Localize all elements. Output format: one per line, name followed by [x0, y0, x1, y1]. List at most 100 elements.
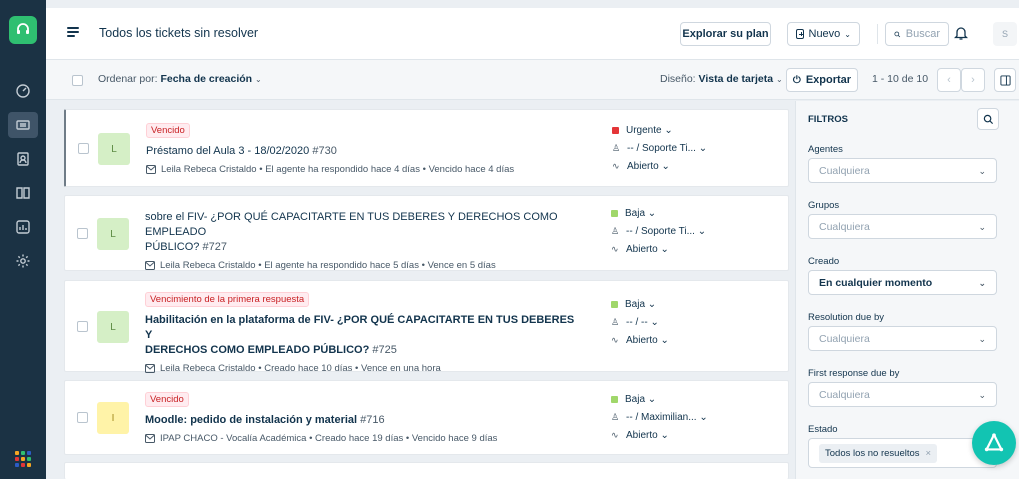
user-avatar[interactable]: S [993, 22, 1017, 46]
requester-name[interactable]: Leila Rebeca Cristaldo [160, 260, 256, 271]
assignee-dropdown[interactable]: ♙ -- / Soporte Ti... ⌄ [611, 222, 741, 240]
ticket-checkbox[interactable] [78, 143, 89, 154]
status-select[interactable]: Todos los no resueltos × [808, 438, 997, 468]
select-all-checkbox[interactable] [72, 75, 83, 86]
status-value: Abierto [627, 160, 659, 172]
sort-prefix: Ordenar por: [98, 73, 158, 85]
ticket-subject[interactable]: sobre el FIV- ¿POR QUÉ CAPACITARTE EN TU… [145, 210, 575, 255]
first-response-due-select[interactable]: Cualquiera ⌄ [808, 382, 997, 407]
created-value: En cualquier momento [819, 276, 933, 289]
ticket-meta: IPAP CHACO - Vocalía Académica • Creado … [145, 433, 575, 444]
agents-select[interactable]: Cualquiera ⌄ [808, 158, 997, 183]
person-icon: ♙ [611, 411, 620, 422]
status-dropdown[interactable]: ∿ Abierto ⌄ [611, 331, 741, 349]
ticket-card[interactable]: I Vencido Moodle: pedido de instalación … [64, 380, 789, 455]
created-label: Creado [808, 256, 840, 267]
ticket-subject[interactable]: Préstamo del Aula 3 - 18/02/2020 #730 [146, 144, 576, 159]
ticket-subject-line2: PÚBLICO? [145, 241, 200, 253]
status-value: Abierto [626, 429, 658, 441]
requester-name[interactable]: Leila Rebeca Cristaldo [161, 164, 257, 175]
requester-name[interactable]: IPAP CHACO - Vocalía Académica [160, 433, 306, 444]
assignee-value: -- / Soporte Ti... [627, 142, 696, 154]
chevron-down-icon: ⌄ [844, 29, 851, 39]
reports-icon [16, 220, 30, 234]
close-icon[interactable]: × [926, 448, 932, 459]
status-dropdown[interactable]: ∿ Abierto ⌄ [612, 157, 742, 175]
ticket-checkbox[interactable] [77, 228, 88, 239]
hamburger-menu-icon[interactable] [67, 27, 79, 37]
agents-value: Cualquiera [819, 164, 870, 177]
ticket-card[interactable]: L Vencimiento de la primera respuesta Ha… [64, 280, 789, 374]
ticket-meta: Leila Rebeca Cristaldo • Creado hace 10 … [145, 363, 575, 374]
export-button[interactable]: ⏻ Exportar [786, 68, 858, 92]
next-page-button[interactable]: › [961, 68, 985, 92]
resolution-due-select[interactable]: Cualquiera ⌄ [808, 326, 997, 351]
toggle-filter-panel-button[interactable] [994, 68, 1016, 92]
ticket-number: #730 [312, 145, 337, 157]
explore-plan-button[interactable]: Explorar su plan [680, 22, 771, 46]
filter-search-button[interactable] [977, 108, 999, 130]
email-icon [145, 434, 155, 443]
new-button[interactable]: Nuevo ⌄ [787, 22, 860, 46]
new-button-label: Nuevo [808, 28, 841, 40]
search-button[interactable]: Buscar [885, 22, 949, 46]
status-dropdown[interactable]: ∿ Abierto ⌄ [611, 240, 741, 258]
sort-dropdown[interactable]: Ordenar por: Fecha de creación ⌄ [98, 73, 262, 85]
ticket-subject-line1: Habilitación en la plataforma de FIV- ¿P… [145, 314, 575, 341]
email-icon [145, 261, 155, 270]
dashboard-icon [16, 84, 30, 98]
ticket-activity: El agente ha respondido hace 5 días [264, 260, 419, 271]
created-select[interactable]: En cualquier momento ⌄ [808, 270, 997, 295]
status-value: Abierto [626, 243, 658, 255]
apps-grid-icon[interactable] [15, 451, 31, 467]
ticket-card-partial[interactable] [64, 462, 789, 479]
chevron-down-icon: ⌄ [660, 243, 669, 255]
search-placeholder: Buscar [905, 28, 940, 40]
assignee-dropdown[interactable]: ♙ -- / Soporte Ti... ⌄ [612, 139, 742, 157]
assignee-dropdown[interactable]: ♙ -- / Maximilian... ⌄ [611, 408, 741, 426]
priority-indicator [611, 395, 618, 403]
email-icon [145, 364, 155, 373]
status-chip[interactable]: Todos los no resueltos × [819, 443, 938, 463]
nav-reports[interactable] [0, 212, 46, 242]
assignee-dropdown[interactable]: ♙ -- / -- ⌄ [611, 313, 741, 331]
nav-admin[interactable] [0, 246, 46, 276]
ticket-subject[interactable]: Moodle: pedido de instalación y material… [145, 413, 575, 428]
first-response-due-label: First response due by [808, 368, 900, 379]
priority-dropdown[interactable]: Baja ⌄ [611, 204, 741, 222]
ticket-subject[interactable]: Habilitación en la plataforma de FIV- ¿P… [145, 313, 575, 358]
person-icon: ♙ [611, 316, 620, 327]
ticket-body: Vencimiento de la primera respuesta Habi… [145, 292, 575, 374]
search-icon [894, 31, 901, 37]
ticket-due: Vence en una hora [361, 363, 441, 374]
nav-tickets[interactable] [0, 110, 46, 140]
layout-dropdown[interactable]: Diseño: Vista de tarjeta ⌄ [660, 73, 783, 85]
priority-dropdown[interactable]: Baja ⌄ [611, 295, 741, 313]
ticket-checkbox[interactable] [77, 321, 88, 332]
layout-value: Vista de tarjeta [698, 73, 774, 85]
priority-dropdown[interactable]: Urgente ⌄ [612, 121, 742, 139]
previous-page-button[interactable]: ‹ [937, 68, 961, 92]
freddy-assistant-button[interactable] [972, 421, 1016, 465]
nav-solutions[interactable] [0, 178, 46, 208]
groups-select[interactable]: Cualquiera ⌄ [808, 214, 997, 239]
priority-dropdown[interactable]: Baja ⌄ [611, 390, 741, 408]
ticket-checkbox[interactable] [77, 412, 88, 423]
ticket-subject-text: Préstamo del Aula 3 - 18/02/2020 [146, 145, 310, 157]
ticket-meta: Leila Rebeca Cristaldo • El agente ha re… [145, 260, 575, 271]
ticket-subject-text: Moodle: pedido de instalación y material [145, 414, 358, 426]
requester-name[interactable]: Leila Rebeca Cristaldo [160, 363, 256, 374]
status-dropdown[interactable]: ∿ Abierto ⌄ [611, 426, 741, 444]
freshdesk-logo[interactable] [0, 0, 46, 60]
chevron-down-icon: ⌄ [699, 411, 708, 423]
chevron-down-icon: ⌄ [978, 278, 986, 288]
ticket-card[interactable]: L sobre el FIV- ¿POR QUÉ CAPACITARTE EN … [64, 195, 789, 271]
page-title: Todos los tickets sin resolver [99, 26, 259, 40]
groups-value: Cualquiera [819, 220, 870, 233]
ticket-card[interactable]: L Vencido Préstamo del Aula 3 - 18/02/20… [64, 109, 789, 187]
person-icon: ♙ [612, 142, 621, 153]
ticket-icon [16, 120, 30, 130]
nav-contacts[interactable] [0, 144, 46, 174]
nav-dashboard[interactable] [0, 76, 46, 106]
bell-icon[interactable] [954, 25, 968, 41]
